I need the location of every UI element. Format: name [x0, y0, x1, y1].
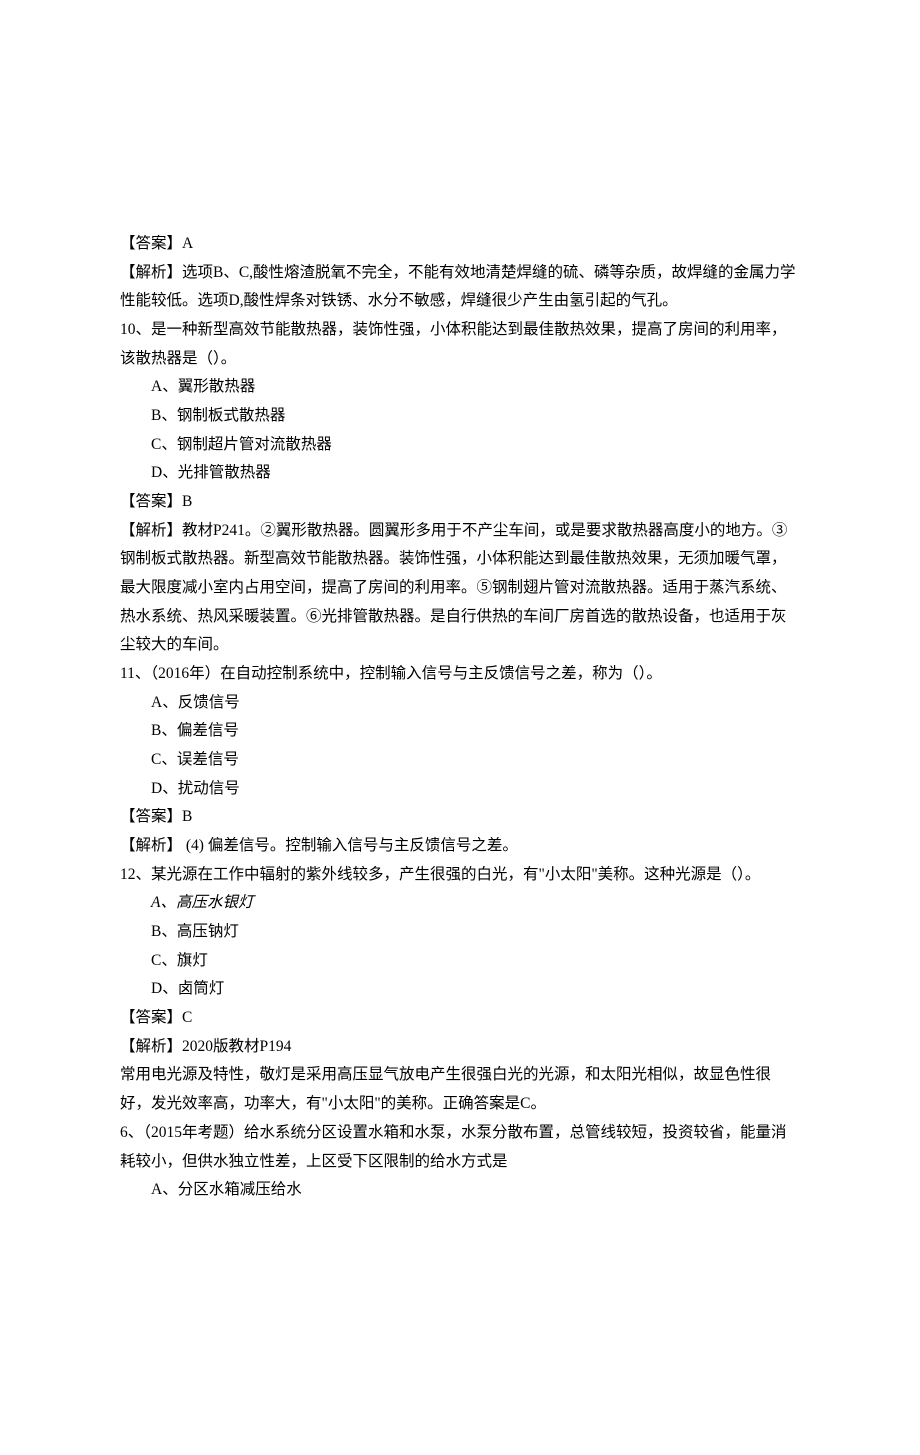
text-line: 11、（2016年）在自动控制系统中，控制输入信号与主反馈信号之差，称为（）。: [120, 660, 800, 689]
text-line: A、高压水银灯: [120, 889, 800, 918]
document-body: 【答案】A【解析】选项B、C,酸性熔渣脱氧不完全，不能有效地清楚焊缝的硫、磷等杂…: [120, 230, 800, 1205]
text-line: B、钢制板式散热器: [120, 402, 800, 431]
text-line: 【解析】教材P241。②翼形散热器。圆翼形多用于不产尘车间，或是要求散热器高度小…: [120, 517, 800, 660]
text-line: 【答案】A: [120, 230, 800, 259]
text-line: D、卤筒灯: [120, 975, 800, 1004]
text-line: C、旗灯: [120, 947, 800, 976]
text-line: 【解析】选项B、C,酸性熔渣脱氧不完全，不能有效地清楚焊缝的硫、磷等杂质，故焊缝…: [120, 259, 800, 316]
text-line: A、分区水箱减压给水: [120, 1176, 800, 1205]
text-line: A、翼形散热器: [120, 373, 800, 402]
text-line: 【解析】 (4) 偏差信号。控制输入信号与主反馈信号之差。: [120, 832, 800, 861]
text-line: C、钢制超片管对流散热器: [120, 431, 800, 460]
text-line: 【解析】2020版教材P194: [120, 1033, 800, 1062]
text-line: 6、（2015年考题）给水系统分区设置水箱和水泵，水泵分散布置，总管线较短，投资…: [120, 1119, 800, 1176]
text-line: 10、是一种新型高效节能散热器，装饰性强，小体积能达到最佳散热效果，提高了房间的…: [120, 316, 800, 373]
text-line: D、扰动信号: [120, 775, 800, 804]
text-line: 常用电光源及特性，敬灯是采用高压显气放电产生很强白光的光源，和太阳光相似，故显色…: [120, 1061, 800, 1118]
text-line: D、光排管散热器: [120, 459, 800, 488]
text-line: C、误差信号: [120, 746, 800, 775]
text-line: 【答案】C: [120, 1004, 800, 1033]
text-line: 【答案】B: [120, 488, 800, 517]
text-line: A、反馈信号: [120, 689, 800, 718]
text-line: B、高压钠灯: [120, 918, 800, 947]
text-line: 12、某光源在工作中辐射的紫外线较多，产生很强的白光，有"小太阳"美称。这种光源…: [120, 861, 800, 890]
text-line: 【答案】B: [120, 803, 800, 832]
text-line: B、偏差信号: [120, 717, 800, 746]
